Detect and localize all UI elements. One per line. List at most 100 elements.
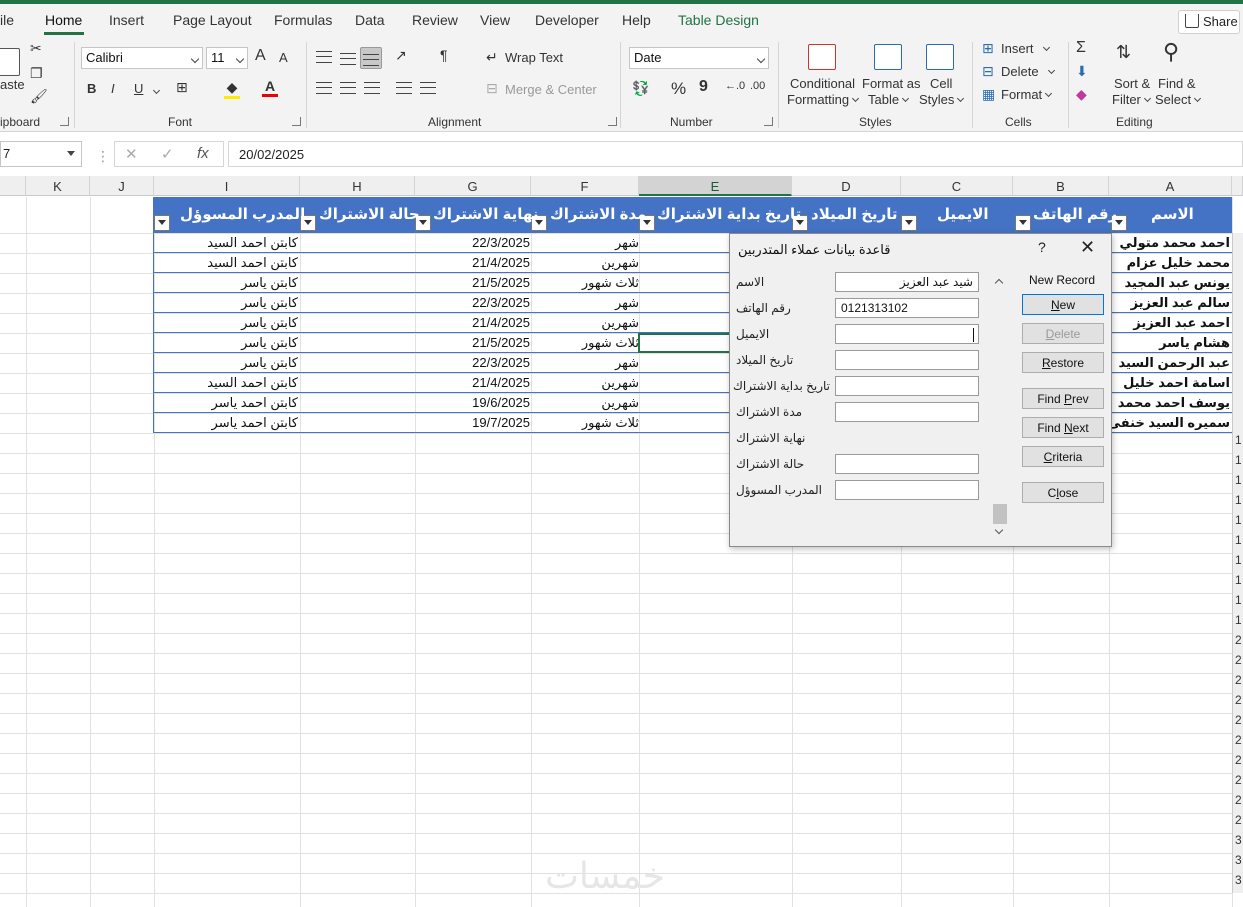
tab-file[interactable]: ile bbox=[0, 12, 14, 28]
row-number[interactable] bbox=[1232, 393, 1243, 413]
format-cells-button[interactable]: Format bbox=[1001, 87, 1053, 102]
cell-duration[interactable]: ثلاث شهور bbox=[582, 415, 639, 431]
cell-end-date[interactable]: 22/3/2025 bbox=[472, 295, 530, 310]
tab-home[interactable]: Home bbox=[45, 12, 82, 28]
filter-dropdown-i[interactable] bbox=[154, 215, 170, 231]
increase-indent-icon[interactable] bbox=[420, 82, 436, 94]
comma-style-button[interactable]: 9 bbox=[699, 78, 708, 96]
find-select-label-2[interactable]: Select bbox=[1155, 92, 1202, 107]
cell-end-date[interactable]: 21/5/2025 bbox=[472, 275, 530, 290]
accounting-format-icon[interactable]: 💱 bbox=[632, 80, 649, 97]
cell-duration[interactable]: ثلاث شهور bbox=[582, 275, 639, 291]
font-size-select[interactable]: 11 bbox=[206, 47, 248, 69]
field-input[interactable]: 0121313102 bbox=[835, 298, 979, 318]
row-number[interactable] bbox=[1232, 293, 1243, 313]
row-number[interactable] bbox=[1232, 273, 1243, 293]
copy-icon[interactable]: ❐ bbox=[30, 65, 43, 82]
format-as-table-icon[interactable] bbox=[874, 44, 902, 70]
align-top-icon[interactable] bbox=[316, 51, 332, 63]
scroll-down-icon[interactable] bbox=[994, 525, 1004, 535]
row-number[interactable] bbox=[1232, 313, 1243, 333]
tab-view[interactable]: View bbox=[480, 12, 510, 28]
autosum-icon[interactable]: Σ bbox=[1076, 39, 1086, 57]
cell-name[interactable]: يونس عبد المجيد bbox=[1125, 275, 1230, 291]
field-input[interactable] bbox=[835, 402, 979, 422]
cell-end-date[interactable]: 19/7/2025 bbox=[472, 415, 530, 430]
cell-trainer[interactable]: كابتن ياسر bbox=[241, 335, 298, 351]
row-number[interactable] bbox=[1232, 353, 1243, 373]
format-painter-icon[interactable]: 🖌 bbox=[30, 88, 48, 105]
row-number[interactable]: 2 bbox=[1232, 653, 1243, 673]
italic-button[interactable]: I bbox=[111, 81, 115, 96]
find-next-button[interactable]: Find Next bbox=[1022, 417, 1104, 438]
font-color-icon[interactable]: A bbox=[262, 78, 278, 97]
bold-button[interactable]: B bbox=[87, 81, 96, 96]
sort-filter-icon[interactable]: ⇅ bbox=[1116, 42, 1131, 63]
column-header-k[interactable]: K bbox=[26, 176, 90, 196]
cell-end-date[interactable]: 19/6/2025 bbox=[472, 395, 530, 410]
field-input[interactable] bbox=[835, 454, 979, 474]
format-as-table-label-2[interactable]: Table bbox=[868, 92, 910, 107]
delete-button[interactable]: Delete bbox=[1022, 323, 1104, 344]
cell-end-date[interactable]: 21/4/2025 bbox=[472, 255, 530, 270]
tab-page-layout[interactable]: Page Layout bbox=[173, 12, 252, 28]
row-number[interactable]: 3 bbox=[1232, 873, 1243, 893]
row-number[interactable]: 2 bbox=[1232, 753, 1243, 773]
number-launcher-icon[interactable] bbox=[764, 117, 773, 126]
tab-help[interactable]: Help bbox=[622, 12, 651, 28]
cell-trainer[interactable]: كابتن ياسر bbox=[241, 275, 298, 291]
cell-name[interactable]: عبد الرحمن السيد bbox=[1118, 355, 1230, 371]
new-button[interactable]: New bbox=[1022, 294, 1104, 315]
column-header-d[interactable]: D bbox=[792, 176, 901, 196]
paste-label[interactable]: aste bbox=[0, 77, 25, 92]
restore-button[interactable]: Restore bbox=[1022, 352, 1104, 373]
cell-duration[interactable]: شهرين bbox=[601, 315, 639, 331]
cut-icon[interactable]: ✂ bbox=[30, 40, 42, 57]
row-number[interactable]: 1 bbox=[1232, 473, 1243, 493]
cell-trainer[interactable]: كابتن احمد ياسر bbox=[212, 415, 298, 431]
clipboard-launcher-icon[interactable] bbox=[60, 117, 69, 126]
row-number[interactable] bbox=[1232, 413, 1243, 433]
rtl-direction-icon[interactable]: ¶ bbox=[440, 47, 448, 63]
conditional-formatting-label-2[interactable]: Formatting bbox=[787, 92, 860, 107]
column-header-h[interactable]: H bbox=[300, 176, 415, 196]
borders-icon[interactable]: ⊞ bbox=[176, 79, 188, 96]
merge-center-button[interactable]: Merge & Center bbox=[505, 82, 597, 97]
conditional-formatting-icon[interactable] bbox=[808, 44, 836, 70]
increase-decimal-icon[interactable]: ←.0 bbox=[725, 80, 745, 92]
cell-name[interactable]: احمد عبد العزيز bbox=[1133, 315, 1230, 331]
cell-name[interactable]: هشام ياسر bbox=[1159, 335, 1230, 351]
row-number[interactable]: 2 bbox=[1232, 733, 1243, 753]
tab-table-design[interactable]: Table Design bbox=[678, 12, 759, 28]
column-header-a[interactable]: A bbox=[1109, 176, 1232, 196]
shrink-font-button[interactable]: A bbox=[279, 50, 288, 65]
filter-dropdown-b[interactable] bbox=[1015, 215, 1031, 231]
column-header-f[interactable]: F bbox=[531, 176, 639, 196]
scrollbar-thumb[interactable] bbox=[993, 504, 1007, 524]
cell-duration[interactable]: شهر bbox=[615, 355, 639, 371]
decrease-indent-icon[interactable] bbox=[396, 82, 412, 94]
cell-trainer[interactable]: كابتن احمد السيد bbox=[207, 375, 298, 391]
field-input[interactable] bbox=[835, 324, 979, 344]
sort-filter-label-2[interactable]: Filter bbox=[1112, 92, 1151, 107]
close-button[interactable]: Close bbox=[1022, 482, 1104, 503]
cell-end-date[interactable]: 22/3/2025 bbox=[472, 355, 530, 370]
cell-duration[interactable]: شهر bbox=[615, 295, 639, 311]
row-number[interactable]: 2 bbox=[1232, 673, 1243, 693]
field-input[interactable] bbox=[835, 350, 979, 370]
column-header-e[interactable]: E bbox=[639, 176, 792, 196]
field-input[interactable] bbox=[835, 376, 979, 396]
insert-cells-button[interactable]: Insert bbox=[1001, 41, 1050, 56]
align-middle-icon[interactable] bbox=[340, 53, 356, 65]
cell-end-date[interactable]: 21/4/2025 bbox=[472, 315, 530, 330]
find-select-label-1[interactable]: Find & bbox=[1158, 76, 1196, 91]
alignment-launcher-icon[interactable] bbox=[608, 117, 617, 126]
row-number[interactable]: 2 bbox=[1232, 773, 1243, 793]
row-number[interactable]: 1 bbox=[1232, 533, 1243, 553]
row-number[interactable] bbox=[1232, 373, 1243, 393]
share-button[interactable]: Share bbox=[1178, 10, 1240, 34]
field-input[interactable] bbox=[835, 480, 979, 500]
row-number[interactable]: 2 bbox=[1232, 813, 1243, 833]
column-header-j[interactable]: J bbox=[90, 176, 154, 196]
sort-filter-label-1[interactable]: Sort & bbox=[1114, 76, 1150, 91]
